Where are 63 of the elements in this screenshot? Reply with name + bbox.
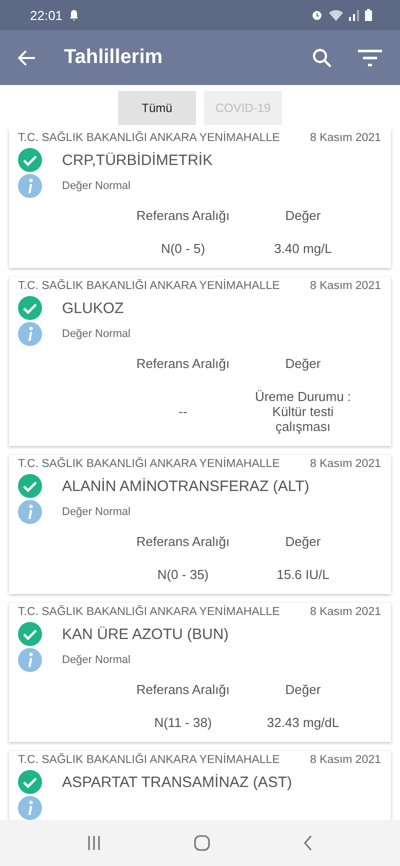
reference-range: N(0 - 35) bbox=[156, 567, 210, 582]
search-icon[interactable] bbox=[312, 48, 332, 68]
reference-range: -- bbox=[178, 404, 188, 419]
check-icon bbox=[18, 770, 42, 794]
result-card[interactable]: T.C. SAĞLIK BAKANLIĞI ANKARA YENİMAHALLE 8 Kasım 2021 ALANİN AMİNOTRANSFERAZ (ALT) Değer Normal Referans Aralığı Değer N(0 - 35) 15.6 IU/L bbox=[9, 455, 391, 594]
hospital-name: T.C. SAĞLIK BAKANLIĞI ANKARA YENİMAHALLE bbox=[18, 132, 280, 144]
test-name: KAN ÜRE AZOTU (BUN) bbox=[62, 626, 229, 642]
home-icon[interactable] bbox=[194, 835, 210, 851]
test-name: ALANİN AMİNOTRANSFERAZ (ALT) bbox=[62, 478, 310, 494]
test-name: GLUKOZ bbox=[62, 300, 124, 316]
info-icon bbox=[18, 500, 42, 524]
filter-icon[interactable] bbox=[358, 48, 382, 66]
result-card[interactable]: T.C. SAĞLIK BAKANLIĞI ANKARA YENİMAHALLE 8 Kasım 2021 KAN ÜRE AZOTU (BUN) Değer Normal Referans Aralığı Değer N(11 - 38) 32.43 mg/dL bbox=[9, 603, 391, 742]
column-header: Referans Aralığı bbox=[135, 534, 231, 549]
check-icon bbox=[18, 148, 42, 172]
column-header: Referans Aralığı bbox=[135, 208, 231, 223]
result-date: 8 Kasım 2021 bbox=[310, 458, 381, 470]
reference-range: N(11 - 38) bbox=[153, 715, 213, 730]
filter-tab[interactable]: Tümü bbox=[118, 91, 196, 125]
info-icon bbox=[18, 174, 42, 198]
result-card[interactable]: T.C. SAĞLIK BAKANLIĞI ANKARA YENİMAHALLE 8 Kasım 2021 ASPARTAT TRANSAMİNAZ (AST) bbox=[9, 751, 391, 820]
result-date: 8 Kasım 2021 bbox=[310, 132, 381, 144]
test-name: ASPARTAT TRANSAMİNAZ (AST) bbox=[62, 774, 292, 790]
status-time: 22:01 bbox=[30, 8, 63, 22]
check-icon bbox=[18, 474, 42, 498]
result-card[interactable]: T.C. SAĞLIK BAKANLIĞI ANKARA YENİMAHALLE 8 Kasım 2021 CRP,TÜRBİDİMETRİK Değer Normal Referans Aralığı Değer N(0 - 5) 3.40 mg/L bbox=[9, 129, 391, 268]
check-icon bbox=[18, 622, 42, 646]
check-icon bbox=[18, 296, 42, 320]
column-header: Değer bbox=[284, 208, 322, 223]
reference-range: N(0 - 5) bbox=[160, 241, 206, 256]
hospital-name: T.C. SAĞLIK BAKANLIĞI ANKARA YENİMAHALLE bbox=[18, 606, 280, 618]
column-header: Değer bbox=[284, 534, 322, 549]
result-card[interactable]: T.C. SAĞLIK BAKANLIĞI ANKARA YENİMAHALLE 8 Kasım 2021 GLUKOZ Değer Normal Referans Aralığı Değer -- Üreme Durumu : Kültür testi çalışması bbox=[9, 277, 391, 446]
recent-apps-icon[interactable] bbox=[86, 836, 101, 850]
wifi-icon bbox=[329, 10, 343, 20]
result-value: Üreme Durumu : Kültür testi çalışması bbox=[254, 389, 352, 434]
result-date: 8 Kasım 2021 bbox=[310, 280, 381, 292]
back-icon[interactable] bbox=[303, 835, 314, 851]
hospital-name: T.C. SAĞLIK BAKANLIĞI ANKARA YENİMAHALLE bbox=[18, 458, 280, 470]
signal-icon bbox=[349, 10, 359, 20]
back-arrow-icon[interactable] bbox=[18, 50, 36, 66]
hospital-name: T.C. SAĞLIK BAKANLIĞI ANKARA YENİMAHALLE bbox=[18, 280, 280, 292]
result-note: Değer Normal bbox=[62, 180, 130, 192]
info-icon bbox=[18, 648, 42, 672]
result-value: 32.43 mg/dL bbox=[266, 715, 340, 730]
result-note: Değer Normal bbox=[62, 328, 130, 340]
battery-icon bbox=[365, 9, 372, 21]
bell-icon bbox=[68, 10, 79, 20]
result-note: Değer Normal bbox=[62, 506, 130, 518]
screen-title: Tahlillerim bbox=[64, 46, 164, 69]
result-value: 15.6 IU/L bbox=[276, 567, 330, 582]
result-date: 8 Kasım 2021 bbox=[310, 754, 381, 766]
test-name: CRP,TÜRBİDİMETRİK bbox=[62, 152, 213, 168]
info-icon bbox=[18, 322, 42, 346]
result-value: 3.40 mg/L bbox=[273, 241, 333, 256]
column-header: Değer bbox=[284, 356, 322, 371]
result-note: Değer Normal bbox=[62, 654, 130, 666]
hospital-name: T.C. SAĞLIK BAKANLIĞI ANKARA YENİMAHALLE bbox=[18, 754, 280, 766]
column-header: Referans Aralığı bbox=[135, 356, 231, 371]
column-header: Referans Aralığı bbox=[135, 682, 231, 697]
alarm-icon bbox=[311, 9, 323, 21]
column-header: Değer bbox=[284, 682, 322, 697]
result-date: 8 Kasım 2021 bbox=[310, 606, 381, 618]
